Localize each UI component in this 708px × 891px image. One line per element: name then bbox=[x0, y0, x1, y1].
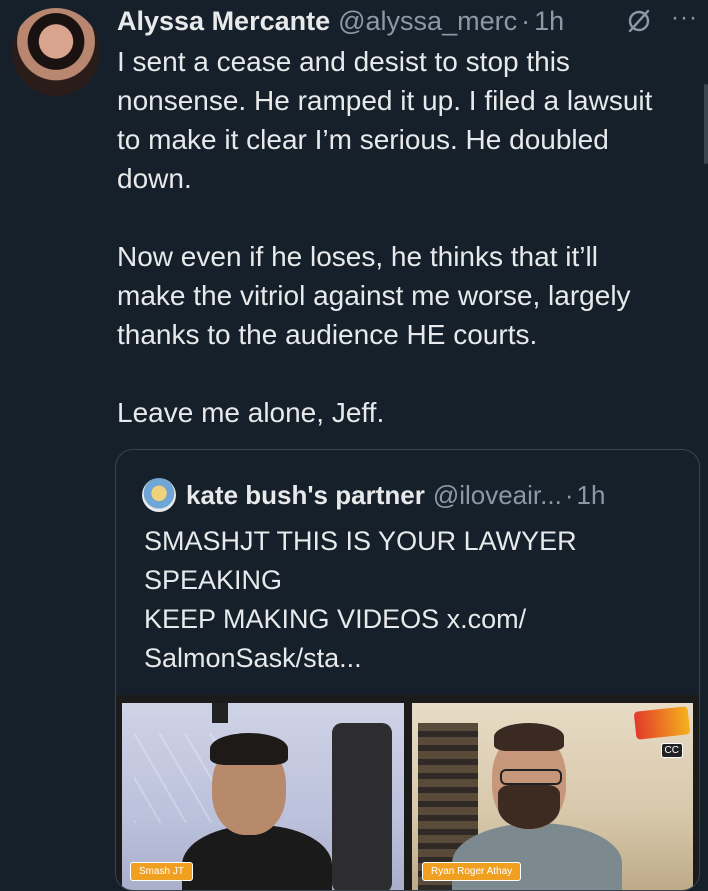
quoted-tweet-time[interactable]: 1h bbox=[576, 480, 605, 511]
name-tag-left: Smash JT bbox=[130, 862, 194, 881]
host-hair bbox=[210, 733, 288, 765]
quoted-tweet[interactable]: kate bush's partner @iloveair... · 1h SM… bbox=[115, 449, 700, 891]
quoted-video[interactable]: Smash JT CC Ryan Roger Athay bbox=[116, 695, 699, 890]
tweet-header: Alyssa Mercante @alyssa_merc · 1h bbox=[117, 4, 696, 38]
quoted-separator-dot: · bbox=[564, 479, 574, 510]
separator-dot: · bbox=[521, 5, 531, 36]
mic-stand bbox=[212, 703, 228, 723]
scrollbar-thumb[interactable] bbox=[704, 84, 708, 164]
quoted-tweet-body: SMASHJT THIS IS YOUR LAWYER SPEAKING KEE… bbox=[144, 526, 577, 673]
quoted-author-name[interactable]: kate bush's partner bbox=[186, 480, 425, 511]
video-panel-right: CC Ryan Roger Athay bbox=[412, 703, 693, 890]
tweet-body: I sent a cease and desist to stop this n… bbox=[117, 46, 653, 428]
tweet-time[interactable]: 1h bbox=[534, 6, 564, 37]
author-name[interactable]: Alyssa Mercante bbox=[117, 6, 330, 37]
video-panel-left: Smash JT bbox=[122, 703, 404, 890]
more-options-icon[interactable]: ··· bbox=[671, 4, 698, 32]
quoted-author-handle[interactable]: @iloveair... bbox=[433, 480, 562, 511]
guest-hair bbox=[494, 723, 564, 751]
guest-beard bbox=[498, 785, 560, 829]
channel-logo bbox=[633, 706, 691, 740]
tweet[interactable]: Alyssa Mercante @alyssa_merc · 1h ··· I … bbox=[0, 0, 708, 891]
host-body bbox=[182, 825, 332, 890]
name-tag-right: Ryan Roger Athay bbox=[422, 862, 522, 881]
quoted-tweet-header: kate bush's partner @iloveair... · 1h bbox=[142, 478, 605, 512]
gaming-chair bbox=[332, 723, 392, 890]
author-avatar[interactable] bbox=[12, 8, 100, 96]
quoted-author-avatar[interactable] bbox=[142, 478, 176, 512]
closed-captions-icon[interactable]: CC bbox=[660, 743, 683, 758]
guest-glasses bbox=[500, 769, 562, 785]
grok-icon[interactable] bbox=[624, 6, 654, 36]
author-handle[interactable]: @alyssa_merc bbox=[338, 6, 517, 37]
